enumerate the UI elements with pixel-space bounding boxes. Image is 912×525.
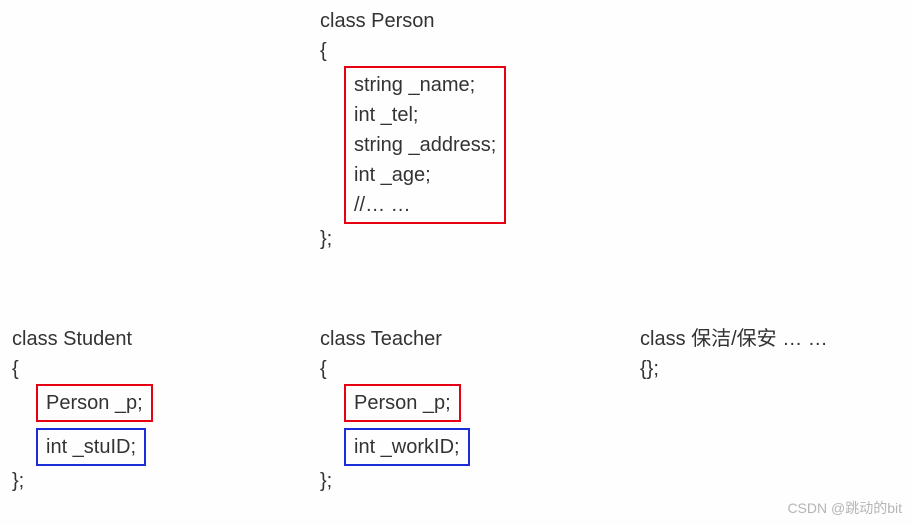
- teacher-member-person: Person _p;: [344, 384, 461, 422]
- class-teacher: class Teacher { Person _p; int _workID; …: [320, 324, 470, 496]
- person-member-etc: //… …: [354, 190, 496, 220]
- other-body: {};: [640, 354, 828, 384]
- person-decl: class Person: [320, 6, 506, 36]
- class-other: class 保洁/保安 … … {};: [640, 324, 828, 384]
- brace-open: {: [12, 354, 153, 384]
- person-member-address: string _address;: [354, 130, 496, 160]
- student-member-stuid: int _stuID;: [36, 428, 146, 466]
- brace-open: {: [320, 36, 506, 66]
- other-decl: class 保洁/保安 … …: [640, 324, 828, 354]
- person-member-age: int _age;: [354, 160, 496, 190]
- brace-close: };: [320, 466, 470, 496]
- person-member-tel: int _tel;: [354, 100, 496, 130]
- person-members-box: string _name; int _tel; string _address;…: [344, 66, 506, 224]
- class-person: class Person { string _name; int _tel; s…: [320, 6, 506, 254]
- teacher-decl: class Teacher: [320, 324, 470, 354]
- student-decl: class Student: [12, 324, 153, 354]
- watermark-text: CSDN @跳动的bit: [787, 498, 902, 519]
- person-member-name: string _name;: [354, 70, 496, 100]
- brace-close: };: [12, 466, 153, 496]
- student-member-person: Person _p;: [36, 384, 153, 422]
- brace-close: };: [320, 224, 506, 254]
- teacher-member-workid: int _workID;: [344, 428, 470, 466]
- brace-open: {: [320, 354, 470, 384]
- class-student: class Student { Person _p; int _stuID; }…: [12, 324, 153, 496]
